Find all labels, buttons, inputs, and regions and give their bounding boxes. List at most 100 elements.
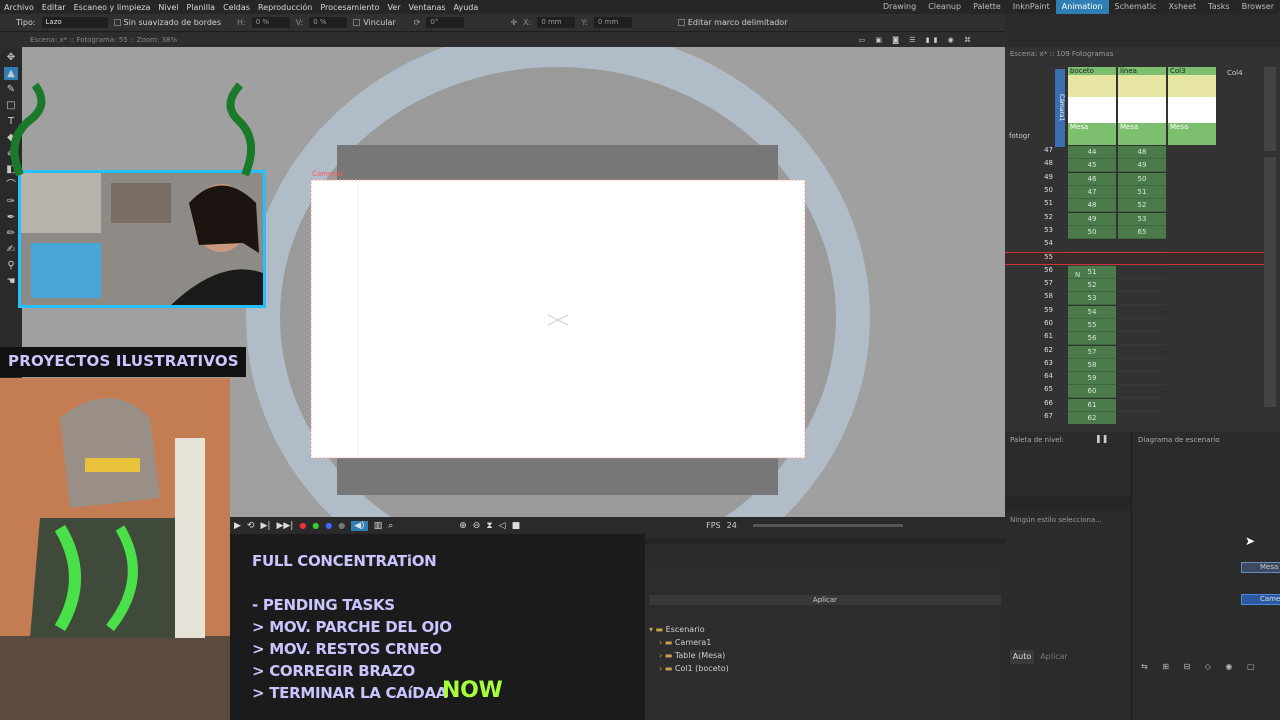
xsheet-cell[interactable]: 65 xyxy=(1118,225,1166,239)
xsheet-cell[interactable]: 53 xyxy=(1118,212,1166,226)
room-inknpaint[interactable]: InknPaint xyxy=(1007,0,1056,14)
frame-number[interactable]: 67 xyxy=(1031,412,1053,420)
frame-number[interactable]: 56 xyxy=(1031,266,1053,274)
frame-number[interactable]: 52 xyxy=(1031,213,1053,221)
flip-icon[interactable]: ⧗ xyxy=(486,521,492,531)
room-tasks[interactable]: Tasks xyxy=(1202,0,1235,14)
rgb-picker-tool-icon[interactable]: ✒ xyxy=(4,211,18,224)
frame-number[interactable]: 49 xyxy=(1031,173,1053,181)
hand-tool-icon[interactable]: ☚ xyxy=(4,275,18,288)
frame-number[interactable]: 48 xyxy=(1031,159,1053,167)
palette-toolbar[interactable] xyxy=(1005,496,1131,510)
xsheet-cell[interactable]: 52 xyxy=(1068,279,1116,292)
menu-ver[interactable]: Ver xyxy=(383,3,404,12)
style-apply-button[interactable]: Aplicar xyxy=(1039,650,1069,664)
xsheet-cell[interactable]: 49 xyxy=(1068,212,1116,226)
xsheet-cell[interactable] xyxy=(1118,385,1166,399)
v-field[interactable]: 0 % xyxy=(309,17,348,28)
xsheet-cell[interactable]: 52 xyxy=(1118,199,1166,213)
xsheet-cell[interactable]: 58 xyxy=(1068,358,1116,372)
xsheet-cell[interactable]: 57 xyxy=(1068,345,1116,359)
type-select[interactable]: Lazo xyxy=(41,17,108,28)
menu-reproduccion[interactable]: Reproducción xyxy=(254,3,316,12)
tree-root[interactable]: ▾ ▬ Escenario xyxy=(649,625,705,634)
green-channel-icon[interactable]: ● xyxy=(312,521,319,530)
style-picker-tool-icon[interactable]: ✑ xyxy=(4,195,18,208)
xsheet-cells[interactable]: 47 44 48 48 45 49 49 46 50 50 47 51 51 48 52 52 49 53 53 50… xyxy=(1005,146,1265,424)
apply-button[interactable]: Aplicar xyxy=(649,595,1001,605)
animate-tool-icon[interactable]: ✥ xyxy=(4,51,18,64)
frame-number[interactable]: 51 xyxy=(1031,199,1053,207)
column-name[interactable]: Col4 xyxy=(1227,69,1243,77)
rotate-view-icon[interactable]: ◁ xyxy=(499,521,506,531)
histogram-icon[interactable]: ▥ xyxy=(374,521,383,531)
xsheet-cell[interactable]: 53 xyxy=(1068,292,1116,306)
xsheet-row[interactable]: 66 61 xyxy=(1005,398,1265,412)
tape-tool-icon[interactable]: ⌒ xyxy=(4,179,18,192)
xsheet-row[interactable]: 67 62 xyxy=(1005,412,1265,424)
xsheet-row[interactable]: 62 57 xyxy=(1005,345,1265,359)
column-pegbar[interactable]: Mesa xyxy=(1068,123,1116,131)
selection-tool-icon[interactable]: ▲ xyxy=(4,67,18,80)
xsheet-row[interactable]: 57 52 xyxy=(1005,279,1265,292)
room-xsheet[interactable]: Xsheet xyxy=(1162,0,1202,14)
xsheet-cell[interactable]: 46 xyxy=(1068,172,1116,186)
xsheet-cell[interactable] xyxy=(1118,239,1166,253)
xsheet-cell[interactable] xyxy=(1118,359,1166,372)
control-point-tool-icon[interactable]: ✏ xyxy=(4,227,18,240)
x-field[interactable]: 0 mm xyxy=(537,17,576,28)
xsheet-cell[interactable]: 50 xyxy=(1068,225,1116,239)
frame-number[interactable]: 60 xyxy=(1031,319,1053,327)
rotation-field[interactable]: 0° xyxy=(426,17,465,28)
frame-number[interactable]: 54 xyxy=(1031,239,1053,247)
column-toggles[interactable] xyxy=(1118,75,1166,97)
xsheet-cell[interactable]: 50 xyxy=(1118,172,1166,186)
xsheet-cell[interactable]: 47 xyxy=(1068,185,1116,199)
xsheet-cell[interactable] xyxy=(1118,332,1166,346)
xsheet-row[interactable]: 48 45 49 xyxy=(1005,159,1265,173)
play-icon[interactable]: ▶ xyxy=(234,521,241,531)
frame-number[interactable]: 63 xyxy=(1031,359,1053,367)
xsheet-header-scrollbar[interactable] xyxy=(1264,67,1276,151)
red-channel-icon[interactable]: ● xyxy=(299,521,306,530)
xsheet-row[interactable]: 63 58 xyxy=(1005,358,1265,372)
xsheet-cell[interactable]: 56 xyxy=(1068,332,1116,346)
xsheet-cell[interactable]: 44 xyxy=(1068,146,1116,159)
frame-mode-select[interactable]: fotogr xyxy=(1009,132,1030,140)
menu-ventanas[interactable]: Ventanas xyxy=(405,3,450,12)
column-toggles[interactable] xyxy=(1168,75,1216,97)
xsheet-cell[interactable] xyxy=(1118,266,1166,279)
xsheet-row[interactable]: 61 56 xyxy=(1005,332,1265,346)
sound-icon[interactable]: ◀) xyxy=(351,520,368,531)
xsheet-row[interactable]: 55 xyxy=(1005,252,1265,267)
menu-celdas[interactable]: Celdas xyxy=(219,3,254,12)
frame-number[interactable]: 66 xyxy=(1031,399,1053,407)
pinch-tool-icon[interactable]: ✍ xyxy=(4,243,18,256)
xsheet-cell[interactable]: 48 xyxy=(1068,199,1116,213)
viewer-toolbar-icons[interactable]: ▭ ▣ ◙ ☰ ▮▮ ◉ ⌘ xyxy=(859,33,975,47)
alpha-channel-icon[interactable]: ● xyxy=(338,521,345,530)
column-pegbar[interactable]: Mesa xyxy=(1118,123,1166,131)
room-cleanup[interactable]: Cleanup xyxy=(922,0,967,14)
xsheet-cell[interactable]: 48 xyxy=(1118,146,1166,159)
xsheet-row[interactable]: 65 60 xyxy=(1005,385,1265,399)
xsheet-cell[interactable]: 60 xyxy=(1068,385,1116,399)
room-palette[interactable]: Palette xyxy=(967,0,1007,14)
column-header[interactable]: boceto Mesa xyxy=(1068,67,1116,145)
schematic-node-table[interactable]: Mesa xyxy=(1241,562,1280,573)
xsheet-row[interactable]: 50 47 51 xyxy=(1005,185,1265,199)
edit-bbox-option[interactable]: Editar marco delimitador xyxy=(677,18,787,27)
menu-archivo[interactable]: Archivo xyxy=(0,3,38,12)
xsheet-row[interactable]: 60 55 xyxy=(1005,318,1265,332)
xsheet-cell[interactable] xyxy=(1118,346,1166,359)
xsheet-cell[interactable]: 55 xyxy=(1068,318,1116,332)
tree-item[interactable]: › ▬ Col1 (boceto) xyxy=(659,664,729,673)
xsheet-row[interactable]: 47 44 48 xyxy=(1005,146,1265,159)
menu-ayuda[interactable]: Ayuda xyxy=(450,3,483,12)
camera-column-header[interactable]: Cámara1 xyxy=(1055,69,1065,147)
next-frame-icon[interactable]: ▶| xyxy=(260,521,270,531)
auto-apply-toggle[interactable]: Auto xyxy=(1010,650,1034,664)
zoom-out-icon[interactable]: ⊖ xyxy=(473,521,481,531)
xsheet-cell[interactable]: 61 xyxy=(1068,398,1116,412)
room-animation[interactable]: Animation xyxy=(1055,0,1109,14)
